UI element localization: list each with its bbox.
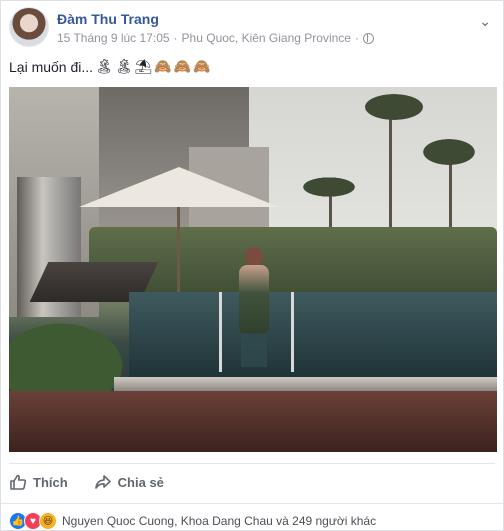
author-name[interactable]: Đàm Thu Trang [57,11,159,27]
monkey-emoji: 🙈 [154,58,172,74]
thumbs-up-icon [10,474,27,490]
share-icon [94,475,111,489]
share-button[interactable]: Chia sẻ [94,473,164,491]
meta-separator: · [354,31,359,45]
facebook-post: Đàm Thu Trang 15 Tháng 9 lúc 17:05 · Phu… [0,0,504,531]
like-button[interactable]: Thích [9,473,68,491]
photo-ladder [219,292,222,372]
island-emoji: 🏝 [114,58,133,74]
photo-palm-trunk [389,107,392,247]
avatar[interactable] [9,7,49,47]
monkey-emoji: 🙈 [173,58,192,74]
photo-ladder [291,292,294,372]
post-photo[interactable] [9,87,497,452]
globe-icon[interactable] [362,32,374,44]
photo-pool [129,292,497,382]
photo-person-head [245,247,263,267]
photo-umbrella [79,167,279,207]
caption-text: Lại muốn đi... [9,58,94,75]
post-actions: Thích Chia sẻ [9,471,164,493]
post-caption: Lại muốn đi... 🏝 🏝 ⛱ 🙈 🙈 🙈 [9,58,211,75]
reactions-summary[interactable]: 👍 ♥ 😆 Nguyen Quoc Cuong, Khoa Dang Chau … [9,512,376,530]
photo-person [231,247,277,367]
chevron-down-icon[interactable]: ⌄ [479,13,491,30]
photo-person-legs [241,333,267,367]
photo-deck [9,391,497,452]
reactions-names[interactable]: Nguyen Quoc Cuong, Khoa Dang Chau và 249… [62,514,376,528]
like-button-label: Thích [33,474,68,490]
island-emoji: 🏝 [95,58,113,74]
divider [9,463,495,464]
location-link[interactable]: Phu Quoc, Kiên Giang Province [182,31,351,45]
monkey-emoji: 🙈 [193,58,211,74]
post-header: Đàm Thu Trang 15 Tháng 9 lúc 17:05 · Phu… [9,7,495,49]
umbrella-emoji: ⛱ [134,58,153,74]
photo-person-body [239,265,269,335]
photo-palm-leaves [349,87,439,127]
timestamp-link[interactable]: 15 Tháng 9 lúc 17:05 [57,31,170,45]
divider [1,503,503,504]
meta-separator: · [173,31,178,45]
photo-pool-edge [114,377,497,391]
haha-reaction-icon: 😆 [39,512,57,530]
share-button-label: Chia sẻ [117,474,164,490]
post-meta: 15 Tháng 9 lúc 17:05 · Phu Quoc, Kiên Gi… [57,31,374,45]
photo-palm-leaves [409,132,489,172]
photo-palm-leaves [289,172,369,202]
